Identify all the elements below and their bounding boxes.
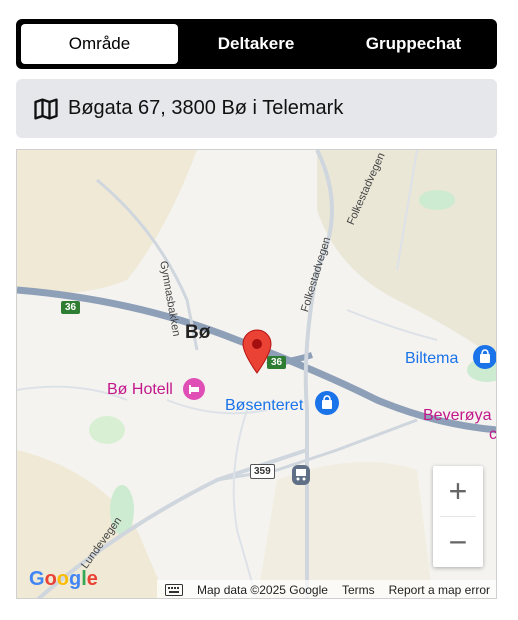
google-logo: Google [29,568,98,590]
route-shield: 359 [250,464,275,479]
tab-omrade[interactable]: Område [21,24,178,64]
tab-deltakere[interactable]: Deltakere [176,24,336,64]
poi-label-other[interactable]: Beverøya [423,407,491,425]
place-label-town: Bø [185,322,211,343]
address-text: Bøgata 67, 3800 Bø i Telemark [68,97,344,119]
location-marker-icon[interactable] [241,328,273,374]
shopping-bag-icon[interactable] [473,345,497,369]
bus-stop-icon[interactable] [291,464,311,486]
map-icon [32,95,60,123]
map-canvas [17,150,496,598]
zoom-in-button[interactable]: + [433,466,483,516]
poi-label-shopping-center[interactable]: Bøsenteret [225,397,303,415]
zoom-control: + − [433,466,483,567]
poi-label-store[interactable]: Biltema [405,350,458,368]
route-shield: 36 [61,301,81,314]
tab-gruppechat[interactable]: Gruppechat [336,24,491,64]
keyboard-icon[interactable] [165,583,184,596]
map-data-attribution: Map data ©2025 Google [197,582,328,597]
terms-link[interactable]: Terms [342,583,375,597]
address-bar: Bøgata 67, 3800 Bø i Telemark [16,79,497,138]
zoom-out-button[interactable]: − [433,517,483,567]
poi-label-other-cut: c [489,426,497,443]
poi-label-hotel[interactable]: Bø Hotell [107,381,173,399]
report-error-link[interactable]: Report a map error [389,583,490,597]
map-view[interactable]: Gymnasbakken Folkestadvegen Folkestadveg… [16,149,497,599]
hotel-icon[interactable] [183,378,205,400]
tab-bar: Område Deltakere Gruppechat [16,19,497,69]
map-footer: Map data ©2025 Google Terms Report a map… [157,580,496,598]
shopping-bag-icon[interactable] [315,391,339,415]
